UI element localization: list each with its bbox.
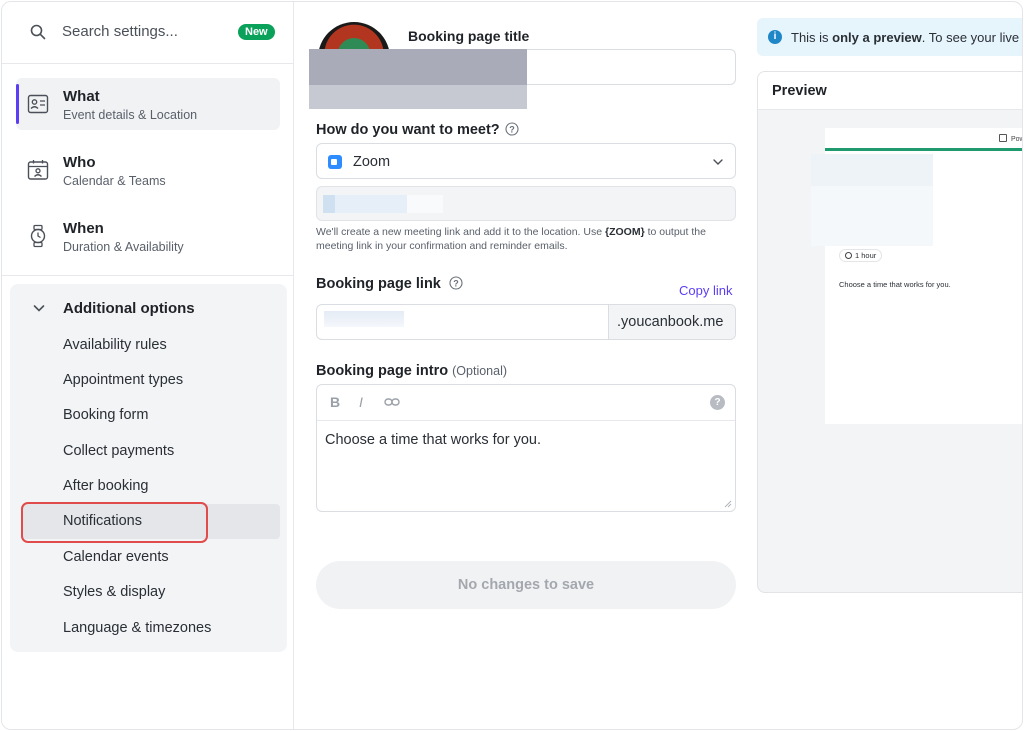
calendar-user-icon — [27, 160, 49, 180]
option-label: After booking — [63, 478, 149, 494]
intro-text[interactable]: Choose a time that works for you. — [325, 432, 541, 448]
hint-token: {ZOOM} — [604, 226, 645, 238]
nav-item-subtitle: Calendar & Teams — [63, 174, 166, 188]
option-appointment-types[interactable]: Appointment types — [22, 363, 280, 398]
intro-label-text: Booking page intro — [316, 363, 449, 379]
chevron-down-icon — [713, 159, 723, 165]
banner-text: This is only a preview. To see your live… — [791, 30, 1023, 45]
banner-text-post: . To see your live a — [921, 30, 1023, 45]
mini-booking-page: Powe 1 hour Choose a time that works for… — [811, 128, 1022, 424]
help-icon[interactable]: ? — [449, 276, 463, 290]
intro-editor[interactable]: B I ? Choose a time that works for you. — [316, 384, 736, 512]
link-icon[interactable] — [384, 396, 400, 408]
help-icon[interactable]: ? — [505, 122, 519, 136]
preview-info-banner: i This is only a preview. To see your li… — [757, 18, 1023, 56]
highlight-annotation — [21, 502, 208, 543]
redacted-region — [811, 154, 933, 246]
nav-item-what[interactable]: What Event details & Location — [16, 78, 280, 130]
info-icon: i — [768, 30, 782, 44]
watch-icon — [30, 224, 46, 248]
id-card-icon — [27, 94, 49, 114]
meeting-type-select[interactable]: Zoom — [316, 143, 736, 179]
nav-item-title: What — [63, 88, 100, 105]
option-styles-display[interactable]: Styles & display — [22, 575, 280, 610]
bold-button[interactable]: B — [330, 394, 340, 410]
hint-text: We'll create a new meeting link and add … — [316, 226, 605, 238]
meet-label: How do you want to meet?? — [316, 122, 519, 138]
app-window: Search settings... New What Event detail… — [1, 1, 1023, 730]
copy-link-button[interactable]: Copy link — [679, 283, 732, 298]
booking-link-label-text: Booking page link — [316, 276, 441, 292]
booking-link-suffix: .youcanbook.me — [608, 305, 735, 339]
optional-hint: (Optional) — [452, 364, 508, 378]
settings-sidebar: Search settings... New What Event detail… — [2, 2, 294, 729]
preview-title: Preview — [772, 83, 827, 99]
nav-item-when[interactable]: When Duration & Availability — [16, 210, 280, 262]
meeting-link-field[interactable] — [316, 186, 736, 221]
main-nav: What Event details & Location Who Calend… — [2, 64, 293, 276]
redacted-region — [324, 311, 404, 327]
option-label: Availability rules — [63, 337, 167, 353]
option-collect-payments[interactable]: Collect payments — [22, 434, 280, 469]
svg-text:?: ? — [509, 124, 515, 134]
resize-handle-icon[interactable] — [724, 500, 732, 508]
mini-topbar: Powe — [825, 128, 1022, 148]
italic-button[interactable]: I — [359, 394, 363, 410]
new-badge: New — [238, 24, 275, 40]
additional-options-title: Additional options — [63, 300, 195, 317]
preview-header: Preview — [758, 72, 1022, 110]
event-form: Booking page title How do you want to me… — [294, 2, 754, 729]
option-label: Booking form — [63, 407, 149, 423]
meeting-hint: We'll create a new meeting link and add … — [316, 225, 736, 253]
svg-text:?: ? — [453, 278, 459, 288]
mini-accent-bar — [825, 148, 1022, 151]
redacted-region — [309, 49, 527, 109]
option-after-booking[interactable]: After booking — [22, 469, 280, 504]
option-label: Collect payments — [63, 443, 175, 459]
nav-item-subtitle: Event details & Location — [63, 108, 198, 122]
booking-link-label: Booking page link? — [316, 276, 463, 292]
option-label: Styles & display — [63, 584, 166, 600]
redacted-region — [323, 195, 443, 213]
search-input[interactable]: Search settings... — [62, 23, 178, 40]
nav-item-title: When — [63, 220, 104, 237]
search-icon — [30, 24, 46, 40]
option-label: Language & timezones — [63, 620, 212, 636]
option-calendar-events[interactable]: Calendar events — [22, 540, 280, 575]
intro-label: Booking page intro (Optional) — [316, 363, 507, 379]
additional-options-toggle[interactable]: Additional options — [10, 296, 287, 320]
editor-help-icon[interactable]: ? — [710, 395, 725, 410]
zoom-icon — [328, 155, 342, 169]
option-label: Calendar events — [63, 549, 169, 565]
nav-item-title: Who — [63, 154, 96, 171]
booking-title-label: Booking page title — [408, 28, 530, 44]
duration-text: 1 hour — [855, 251, 877, 260]
preview-panel: Preview Powe 1 hour Choose a time that w… — [757, 71, 1022, 593]
search-bar[interactable]: Search settings... New — [2, 2, 293, 64]
chevron-down-icon — [33, 305, 45, 312]
option-language-timezones[interactable]: Language & timezones — [22, 611, 280, 646]
editor-toolbar: B I ? — [317, 385, 735, 421]
additional-options-panel: Additional options Availability rules Ap… — [10, 284, 287, 652]
banner-text-bold: only a preview — [832, 30, 922, 45]
booking-link-input[interactable]: .youcanbook.me — [316, 304, 736, 340]
meeting-type-value: Zoom — [353, 154, 391, 170]
mini-intro-text: Choose a time that works for you. — [839, 280, 951, 289]
meet-label-text: How do you want to meet? — [316, 122, 500, 138]
save-button[interactable]: No changes to save — [316, 561, 736, 609]
option-booking-form[interactable]: Booking form — [22, 398, 280, 433]
clock-icon — [845, 252, 852, 259]
duration-badge: 1 hour — [839, 249, 883, 262]
nav-item-who[interactable]: Who Calendar & Teams — [16, 144, 280, 196]
powered-by-label: Powe — [999, 134, 1022, 143]
nav-item-subtitle: Duration & Availability — [63, 240, 184, 254]
banner-text-pre: This is — [791, 30, 833, 45]
option-label: Appointment types — [63, 372, 184, 388]
option-availability-rules[interactable]: Availability rules — [22, 328, 280, 363]
